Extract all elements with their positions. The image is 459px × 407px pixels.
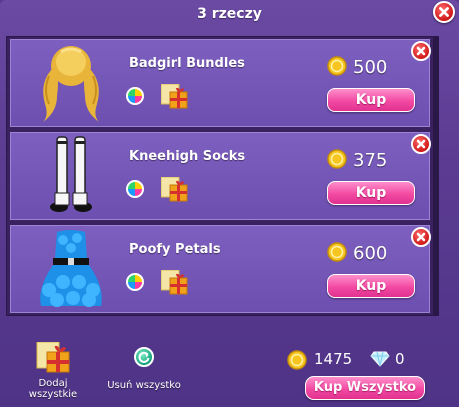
coin-icon — [327, 149, 347, 169]
cart-item: Badgirl Bundles 500 Kup — [10, 39, 431, 127]
remove-item-icon[interactable] — [411, 134, 431, 154]
cart-item-list: Badgirl Bundles 500 Kup Kneehigh Socks 3… — [6, 36, 439, 316]
remove-item-icon[interactable] — [411, 227, 431, 247]
scrollbar[interactable] — [433, 36, 439, 316]
color-wheel-icon[interactable] — [126, 180, 144, 198]
item-name: Badgirl Bundles — [129, 56, 245, 71]
remove-all-button[interactable]: Usuń wszystko — [104, 347, 184, 391]
cart-item: Kneehigh Socks 375 Kup — [10, 132, 431, 220]
coin-icon — [327, 242, 347, 262]
diamond-icon — [370, 351, 390, 367]
diamond-balance-value: 0 — [395, 350, 405, 368]
coin-icon — [327, 56, 347, 76]
color-wheel-icon[interactable] — [126, 273, 144, 291]
buy-all-button[interactable]: Kup Wszystko — [305, 376, 425, 400]
close-icon[interactable] — [433, 1, 455, 23]
gift-icon[interactable] — [160, 83, 189, 110]
cart-title: 3 rzeczy — [197, 6, 262, 22]
gift-stack-icon — [14, 341, 92, 378]
shopping-cart-panel: 3 rzeczy Badgirl Bundles 500 Kup Kneehig… — [0, 0, 459, 407]
refresh-icon — [134, 347, 154, 367]
buy-button[interactable]: Kup — [327, 181, 415, 205]
item-name: Kneehigh Socks — [129, 149, 246, 164]
gift-icon[interactable] — [160, 269, 189, 296]
gift-icon[interactable] — [160, 176, 189, 203]
blue-tutu-dress-icon — [31, 228, 111, 310]
kneehigh-socks-icon — [31, 135, 111, 217]
cart-item: Poofy Petals 600 Kup — [10, 225, 431, 313]
add-all-label: Dodaj wszystkie — [28, 378, 78, 400]
color-wheel-icon[interactable] — [126, 87, 144, 105]
buy-button[interactable]: Kup — [327, 88, 415, 112]
coin-icon — [287, 350, 307, 370]
item-name: Poofy Petals — [129, 242, 221, 257]
remove-all-label: Usuń wszystko — [107, 380, 181, 391]
add-all-button[interactable]: Dodaj wszystkie — [14, 341, 92, 400]
remove-item-icon[interactable] — [411, 41, 431, 61]
item-price: 375 — [353, 150, 388, 171]
blonde-pigtails-hair-icon — [31, 42, 111, 124]
footer: Dodaj wszystkie Usuń wszystko 1475 0 Kup… — [0, 320, 459, 407]
item-price: 500 — [353, 57, 388, 78]
title-bar: 3 rzeczy — [0, 0, 459, 30]
item-price: 600 — [353, 243, 388, 264]
buy-button[interactable]: Kup — [327, 274, 415, 298]
coin-balance-value: 1475 — [314, 350, 353, 368]
